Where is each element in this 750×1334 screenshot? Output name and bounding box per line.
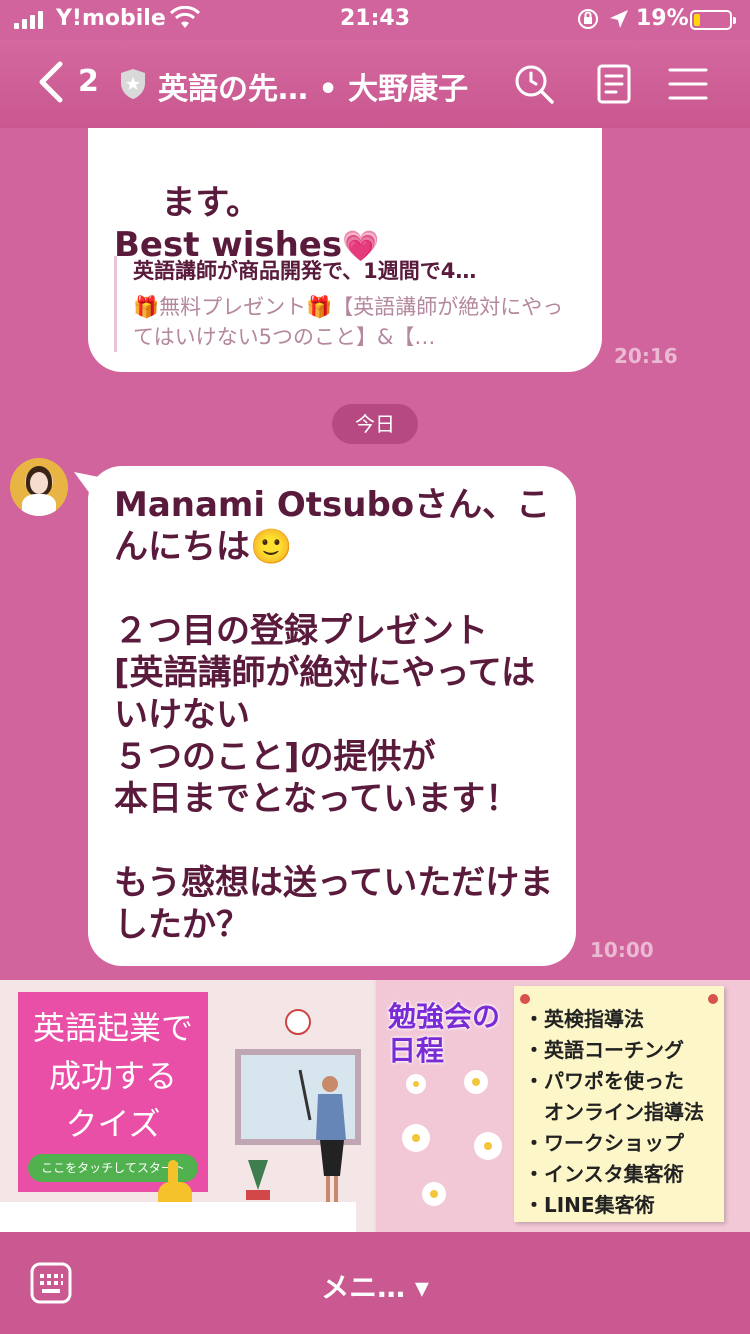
quiz-title: 英語起業で 成功する クイズ [32,1009,193,1143]
bottom-menu-bar: メニ… ▾ [0,1232,750,1334]
message-text: ます。 Best wishes [114,183,343,265]
shield-icon [121,69,145,99]
battery-icon [690,10,736,30]
search-icon[interactable] [512,62,556,106]
message-bubble[interactable]: Manami Otsuboさん、こんにちは🙂 ２つ目の登録プレゼント [英語講師… [74,466,576,966]
schedule-note: ・英検指導法 ・英語コーチング ・パワポを使った オンライン指導法 ・ワークショ… [514,986,724,1222]
schedule-item: ・英検指導法 [524,1007,644,1031]
schedule-item: ・英語コーチング [524,1038,684,1062]
pin-icon [520,994,530,1004]
schedule-item: ・LINE集客術 [524,1193,655,1217]
rotation-lock-icon [578,9,598,29]
bubble-tail [74,472,104,502]
date-separator: 今日 [332,404,418,444]
schedule-item: ・ワークショップ [524,1131,684,1155]
teacher-illustration-icon [235,1009,361,1208]
schedule-item: ・パワポを使った [524,1069,684,1093]
location-icon [610,10,628,28]
link-title: 英語講師が商品開発で、1週間で4… [133,259,477,283]
link-preview[interactable]: 英語講師が商品開発で、1週間で4… 🎁無料プレゼント🎁【英語講師が絶対にやっては… [114,256,574,352]
unread-count[interactable]: 2 [78,64,99,99]
chat-header: 2 英語の先… • 大野康子 [0,40,750,128]
message-timestamp: 20:16 [614,344,678,368]
pin-icon [708,994,718,1004]
back-chevron-icon[interactable] [36,60,66,104]
menu-icon[interactable] [666,62,710,106]
schedule-item: オンライン指導法 [524,1100,704,1124]
rich-menu-toggle[interactable]: メニ… ▾ [0,1266,750,1306]
notes-icon[interactable] [592,62,636,106]
quiz-panel[interactable]: 英語起業で 成功する クイズ ここをタッチしてスタート [0,980,374,1232]
rich-menu-banner: 英語起業で 成功する クイズ ここをタッチしてスタート 勉強会の 日程 ・英検指… [0,980,750,1232]
message-bubble-previous[interactable]: ます。 Best wishes💗 英語講師が商品開発で、1週間で4… 🎁無料プレ… [88,96,602,372]
study-schedule-panel[interactable]: 勉強会の 日程 ・英検指導法 ・英語コーチング ・パワポを使った オンライン指導… [376,980,750,1232]
link-description: 🎁無料プレゼント🎁【英語講師が絶対にやってはいけない5つのこと】&【… [133,295,564,349]
message-text: Manami Otsuboさん、こんにちは🙂 ２つ目の登録プレゼント [英語講師… [114,485,554,945]
chat-title: 英語の先… • 大野康子 [158,72,469,107]
sender-avatar[interactable] [10,458,68,516]
schedule-item: ・インスタ集客術 [524,1162,684,1186]
battery-percent: 19% [636,6,689,31]
message-timestamp: 10:00 [590,938,654,962]
status-bar: Y!mobile 21:43 19% [0,0,750,40]
study-title: 勉強会の 日程 [388,1000,501,1067]
